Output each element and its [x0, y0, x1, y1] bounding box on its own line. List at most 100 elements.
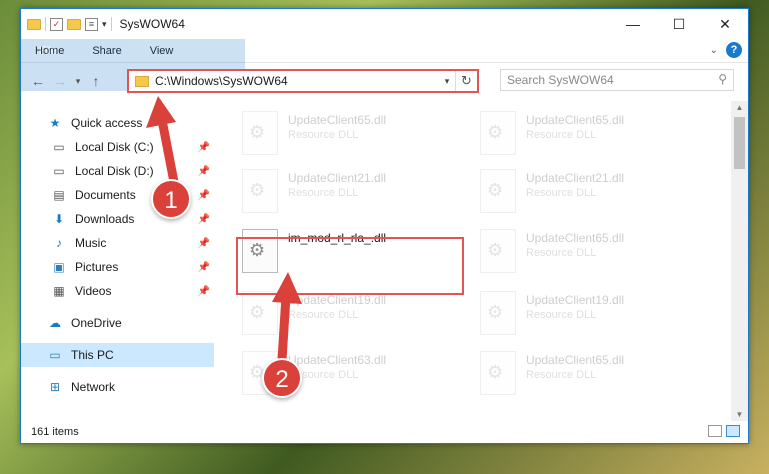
- address-row: ← → ▾ ↑ C:\Windows\SysWOW64 ▾ ↻ Search S…: [21, 63, 748, 99]
- scroll-thumb[interactable]: [734, 117, 745, 169]
- chevron-down-icon[interactable]: ▾: [102, 19, 107, 30]
- file-type: Resource DLL: [526, 187, 597, 199]
- search-placeholder: Search SysWOW64: [507, 73, 614, 87]
- address-path[interactable]: C:\Windows\SysWOW64: [155, 74, 439, 88]
- drive-icon: ▭: [53, 140, 65, 154]
- file-item[interactable]: UpdateClient65.dll Resource DLL: [476, 347, 700, 399]
- step-badge-2: 2: [262, 358, 302, 398]
- status-bar: 161 items: [21, 421, 748, 443]
- file-type: Resource DLL: [526, 369, 597, 381]
- file-item[interactable]: UpdateClient19.dll Resource DLL: [476, 287, 700, 339]
- sidebar-item-quick-access[interactable]: ★ Quick access: [21, 111, 214, 135]
- sidebar-item-pictures[interactable]: ▣ Pictures 📌: [21, 255, 214, 279]
- dll-file-icon: [480, 351, 516, 395]
- new-folder-icon[interactable]: [67, 18, 81, 30]
- back-button[interactable]: ←: [27, 73, 49, 89]
- sidebar-item-label: This PC: [71, 348, 114, 362]
- file-name: UpdateClient21.dll: [526, 171, 625, 185]
- file-name: UpdateClient19.dll: [288, 293, 387, 307]
- pin-icon: 📌: [197, 189, 210, 201]
- scroll-up-icon[interactable]: ▲: [731, 103, 748, 112]
- ribbon-tabs: File Home Share View ⌄ ?: [21, 39, 748, 91]
- customize-icon[interactable]: ≡: [85, 17, 98, 31]
- recent-locations-button[interactable]: ▾: [71, 76, 85, 87]
- address-bar[interactable]: C:\Windows\SysWOW64 ▾ ↻: [127, 69, 479, 93]
- file-type: Resource DLL: [288, 187, 359, 199]
- dll-file-icon: [242, 111, 278, 155]
- help-icon[interactable]: ?: [726, 42, 742, 58]
- sidebar-item-label: Downloads: [75, 212, 135, 226]
- expand-ribbon-icon[interactable]: ⌄: [710, 45, 718, 56]
- chevron-down-icon[interactable]: ▾: [439, 76, 455, 87]
- sidebar-item-this-pc[interactable]: ▭ This PC: [21, 343, 214, 367]
- dll-file-icon: [242, 291, 278, 335]
- star-icon: ★: [49, 116, 61, 130]
- network-icon: ⊞: [49, 380, 61, 394]
- forward-button[interactable]: →: [49, 73, 71, 89]
- large-icons-view-icon[interactable]: [726, 425, 740, 437]
- file-highlight-box: [236, 237, 464, 295]
- sidebar-item-label: Local Disk (C:): [75, 140, 154, 154]
- title-bar: ✓ ≡ ▾ SysWOW64 — ☐ ✕: [21, 9, 748, 39]
- pin-icon: 📌: [197, 285, 210, 297]
- refresh-button[interactable]: ↻: [455, 71, 477, 91]
- sidebar-item-network[interactable]: ⊞ Network: [21, 375, 214, 399]
- dll-file-icon: [480, 291, 516, 335]
- file-type: Resource DLL: [526, 309, 597, 321]
- sidebar-item-label: OneDrive: [71, 316, 122, 330]
- dll-file-icon: [480, 169, 516, 213]
- file-name: UpdateClient63.dll: [288, 353, 387, 367]
- file-type: Resource DLL: [288, 369, 359, 381]
- sidebar-item-onedrive[interactable]: ☁ OneDrive: [21, 311, 214, 335]
- sidebar-item-music[interactable]: ♪ Music 📌: [21, 231, 214, 255]
- up-button[interactable]: ↑: [85, 73, 107, 89]
- close-button[interactable]: ✕: [702, 9, 748, 39]
- vertical-scrollbar[interactable]: ▲ ▼: [731, 101, 748, 421]
- file-item[interactable]: UpdateClient65.dll Resource DLL: [238, 107, 462, 159]
- scroll-down-icon[interactable]: ▼: [731, 410, 748, 419]
- file-name: UpdateClient19.dll: [526, 293, 625, 307]
- folder-icon: [135, 75, 149, 87]
- sidebar-item-local-disk-c[interactable]: ▭ Local Disk (C:) 📌: [21, 135, 214, 159]
- pin-icon: 📌: [197, 141, 210, 153]
- view-toggle: [708, 425, 740, 437]
- file-type: Resource DLL: [526, 247, 597, 259]
- sidebar-item-local-disk-d[interactable]: ▭ Local Disk (D:) 📌: [21, 159, 214, 183]
- sidebar-item-label: Videos: [75, 284, 112, 298]
- computer-icon: ▭: [49, 348, 61, 362]
- drive-icon: ▭: [53, 164, 65, 178]
- file-name: UpdateClient21.dll: [288, 171, 387, 185]
- file-item[interactable]: UpdateClient21.dll Resource DLL: [238, 165, 462, 217]
- item-count: 161 items: [31, 426, 79, 438]
- file-name: UpdateClient65.dll: [526, 353, 625, 367]
- file-item[interactable]: UpdateClient65.dll Resource DLL: [476, 107, 700, 159]
- sidebar-item-videos[interactable]: ▦ Videos 📌: [21, 279, 214, 303]
- file-name: UpdateClient65.dll: [526, 231, 625, 245]
- file-item[interactable]: UpdateClient65.dll Resource DLL: [476, 225, 700, 277]
- sidebar-item-label: Local Disk (D:): [75, 164, 154, 178]
- file-item[interactable]: UpdateClient21.dll Resource DLL: [476, 165, 700, 217]
- documents-icon: ▤: [53, 188, 65, 202]
- cloud-icon: ☁: [49, 316, 61, 330]
- downloads-icon: ⬇: [53, 212, 65, 226]
- details-view-icon[interactable]: [708, 425, 722, 437]
- title-divider: [110, 17, 112, 31]
- ribbon-controls: ⌄ ?: [710, 42, 742, 58]
- search-icon: ⚲: [718, 72, 727, 86]
- sidebar-item-label: Quick access: [71, 116, 143, 130]
- properties-icon[interactable]: ✓: [50, 17, 63, 31]
- window-title: SysWOW64: [119, 17, 185, 31]
- search-input[interactable]: Search SysWOW64 ⚲: [500, 69, 734, 91]
- sidebar-item-label: Pictures: [75, 260, 119, 274]
- file-name: UpdateClient65.dll: [526, 113, 625, 127]
- minimize-button[interactable]: —: [610, 9, 656, 39]
- navigation-pane: ★ Quick access ▭ Local Disk (C:) 📌 ▭ Loc…: [21, 101, 214, 421]
- pictures-icon: ▣: [53, 260, 65, 274]
- music-icon: ♪: [56, 236, 62, 250]
- folder-icon: [27, 18, 41, 30]
- maximize-button[interactable]: ☐: [656, 9, 702, 39]
- sidebar-item-label: Network: [71, 380, 116, 394]
- sidebar-item-label: Documents: [75, 188, 136, 202]
- dll-file-icon: [242, 169, 278, 213]
